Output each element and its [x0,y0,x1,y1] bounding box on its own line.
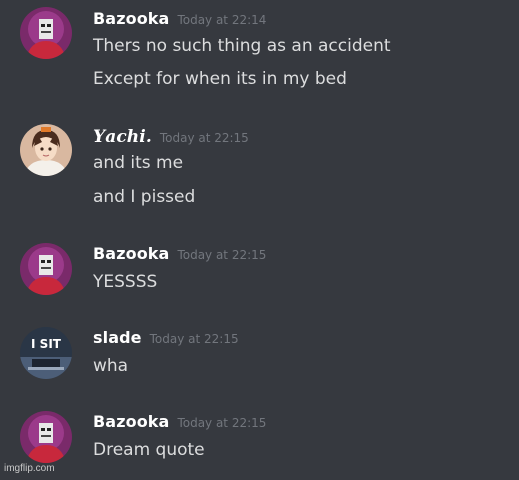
avatar-text: I SIT [31,337,62,351]
timestamp: Today at 22:15 [177,416,267,430]
timestamp: Today at 22:15 [149,332,239,346]
username[interactable]: slade [93,328,142,347]
message-text: wha [93,356,129,376]
timestamp: Today at 22:14 [177,13,267,27]
timestamp: Today at 22:15 [159,131,249,145]
timestamp: Today at 22:15 [177,248,267,262]
chat-log: Bazooka Today at 22:14 Thers no such thin… [0,0,519,480]
watermark: imgflip.com [4,463,55,474]
username[interactable]: Bazooka [93,9,169,28]
username[interactable]: 𝒀𝒂𝒄𝒉𝒊. [93,127,152,147]
username[interactable]: Bazooka [93,244,169,263]
bazooka-avatar-icon[interactable] [20,411,72,463]
anime-girl-avatar-icon[interactable] [20,124,72,176]
message-text: Except for when its in my bed [93,69,347,89]
message-text: Dream quote [93,440,205,460]
message-text: Thers no such thing as an accident [93,36,391,56]
bazooka-avatar-icon[interactable] [20,7,72,59]
message-text: and its me [93,153,184,173]
bazooka-avatar-icon[interactable] [20,243,72,295]
message-text: YESSSS [93,272,158,292]
i-sit-avatar-icon[interactable]: I SIT [20,327,72,379]
message-text: and I pissed [93,187,196,207]
username[interactable]: Bazooka [93,412,169,431]
